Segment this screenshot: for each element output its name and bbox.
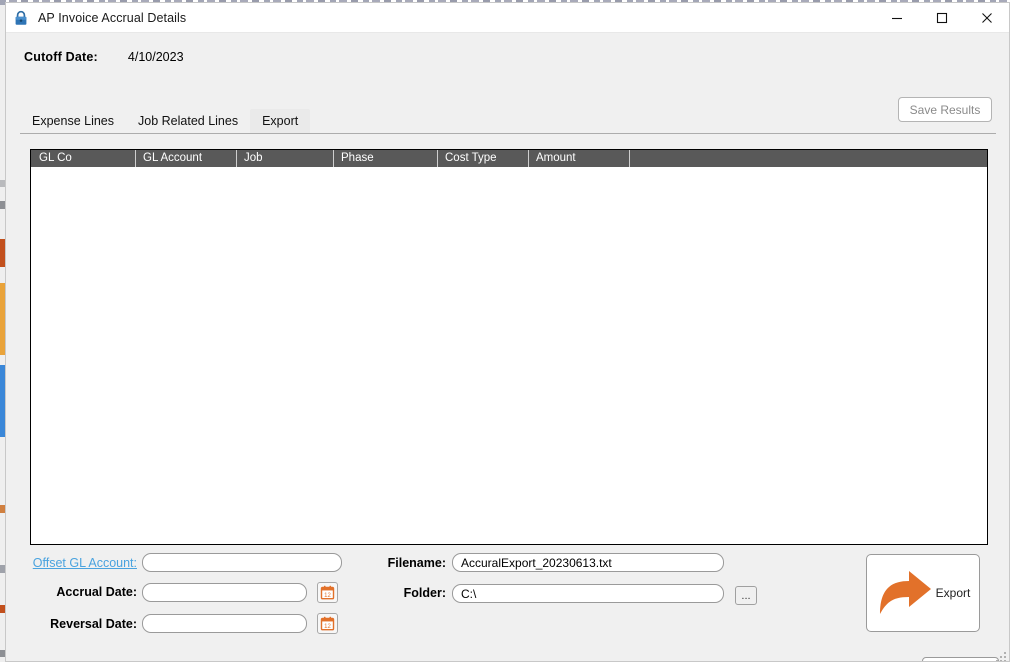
accrual-date-label: Accrual Date:	[56, 585, 137, 599]
calendar-icon: 12	[320, 616, 335, 631]
maximize-button[interactable]	[919, 3, 964, 32]
tab-strip: Expense Lines Job Related Lines Export	[20, 109, 996, 134]
maximize-icon	[936, 12, 947, 23]
svg-text:12: 12	[324, 624, 331, 630]
grid-header-row: GL Co GL Account Job Phase Cost Type Amo…	[31, 150, 987, 167]
filename-label: Filename:	[387, 556, 446, 570]
minimize-button[interactable]	[874, 3, 919, 32]
grid-column-gl-co[interactable]: GL Co	[31, 150, 135, 167]
grid-column-job[interactable]: Job	[236, 150, 333, 167]
reversal-date-label: Reversal Date:	[50, 617, 137, 631]
cutoff-date-label: Cutoff Date:	[24, 50, 98, 64]
title-bar: AP Invoice Accrual Details	[6, 3, 1009, 33]
ap-invoice-accrual-details-window: AP Invoice Accrual Details Cutoff Date: …	[5, 2, 1010, 662]
dialog-body: Cutoff Date: 4/10/2023 Expense Lines Job…	[6, 33, 1009, 661]
tab-job-related-lines[interactable]: Job Related Lines	[126, 109, 250, 133]
cutoff-date-row: Cutoff Date: 4/10/2023	[6, 50, 184, 64]
window-controls	[874, 3, 1009, 32]
arrow-right-curved-icon	[879, 571, 931, 614]
grid-column-filler	[629, 150, 987, 167]
close-button[interactable]: Close	[922, 657, 999, 661]
svg-text:12: 12	[324, 593, 331, 599]
folder-label: Folder:	[403, 586, 446, 600]
export-button-label: Export	[935, 586, 971, 600]
grid-column-cost-type[interactable]: Cost Type	[437, 150, 528, 167]
minimize-icon	[891, 17, 902, 19]
export-button[interactable]: Export	[866, 554, 980, 632]
reversal-date-calendar-button[interactable]: 12	[317, 613, 338, 634]
cutoff-date-value: 4/10/2023	[127, 50, 184, 64]
reversal-date-input[interactable]	[142, 614, 307, 633]
grid-column-amount[interactable]: Amount	[528, 150, 629, 167]
folder-input[interactable]	[452, 584, 724, 603]
tab-expense-lines[interactable]: Expense Lines	[20, 109, 126, 133]
accrual-date-input[interactable]	[142, 583, 307, 602]
resize-grip[interactable]	[994, 650, 1006, 661]
offset-gl-account-input[interactable]	[142, 553, 342, 572]
close-window-button[interactable]	[964, 3, 1009, 32]
lock-icon	[15, 10, 27, 25]
close-icon	[981, 12, 992, 23]
grid-column-phase[interactable]: Phase	[333, 150, 437, 167]
window-title: AP Invoice Accrual Details	[38, 10, 187, 25]
grid-body[interactable]	[31, 167, 987, 544]
offset-gl-account-link[interactable]: Offset GL Account:	[20, 556, 137, 570]
browse-folder-button[interactable]: ...	[735, 586, 757, 605]
accrual-date-calendar-button[interactable]: 12	[317, 582, 338, 603]
save-results-button[interactable]: Save Results	[898, 97, 992, 122]
tab-export[interactable]: Export	[250, 109, 311, 133]
accrual-results-grid: GL Co GL Account Job Phase Cost Type Amo…	[30, 149, 988, 545]
grid-column-gl-account[interactable]: GL Account	[135, 150, 236, 167]
calendar-icon: 12	[320, 585, 335, 600]
filename-input[interactable]	[452, 553, 724, 572]
